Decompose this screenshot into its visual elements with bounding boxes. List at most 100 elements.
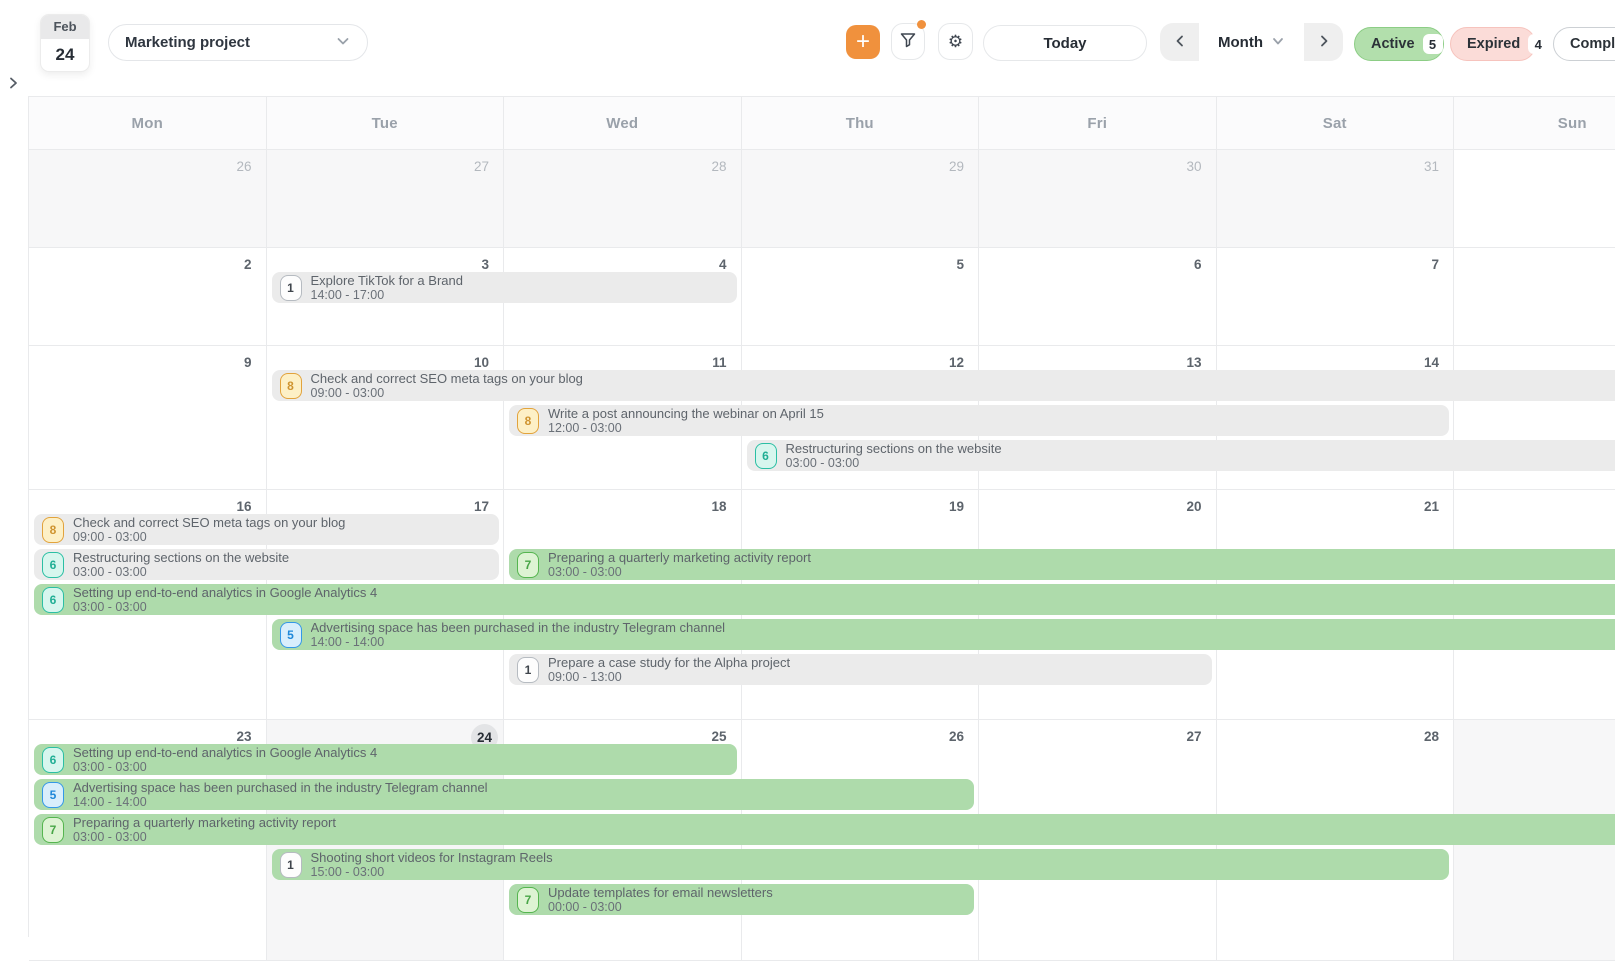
filter-pill-label: Active (1371, 36, 1415, 52)
filter-pill-expired[interactable]: Expired 4 (1450, 27, 1536, 61)
day-cell-2[interactable]: 2 (29, 248, 267, 345)
day-cell-30[interactable]: 30 (979, 150, 1217, 247)
day-cell-28[interactable]: 28 (504, 150, 742, 247)
day-cell-27[interactable]: 27 (267, 150, 505, 247)
calendar-app: { "topbar": { "mini_calendar": { "month"… (0, 0, 1615, 937)
day-cell-31[interactable]: 31 (1217, 150, 1455, 247)
event-bar[interactable]: 5 Advertising space has been purchased in… (272, 619, 1615, 650)
event-title: Check and correct SEO meta tags on your … (73, 516, 345, 530)
event-time: 14:00 - 17:00 (311, 288, 463, 302)
event-text: Setting up end-to-end analytics in Googl… (73, 586, 377, 614)
sidebar-expand-button[interactable] (3, 74, 23, 94)
chevron-right-icon (6, 78, 20, 93)
event-bar[interactable]: 7 Preparing a quarterly marketing activit… (509, 549, 1615, 580)
event-time: 03:00 - 03:00 (786, 456, 1002, 470)
event-badge: 8 (517, 408, 539, 434)
event-badge: 6 (42, 552, 64, 578)
event-text: Shooting short videos for Instagram Reel… (311, 851, 553, 879)
date-number: 16 (236, 499, 251, 514)
settings-button[interactable]: ⚙ (938, 23, 973, 60)
event-bar[interactable]: 1Prepare a case study for the Alpha proj… (509, 654, 1212, 685)
view-mode-selector[interactable]: Month (1199, 23, 1304, 61)
day-cell[interactable] (1454, 248, 1615, 345)
date-number: 27 (474, 159, 489, 174)
event-title: Advertising space has been purchased in … (311, 621, 726, 635)
event-bar[interactable]: 6Setting up end-to-end analytics in Goog… (34, 744, 737, 775)
day-cell-26[interactable]: 26 (29, 150, 267, 247)
event-time: 14:00 - 14:00 (73, 795, 488, 809)
day-cell-7[interactable]: 7 (1217, 248, 1455, 345)
project-selector[interactable]: Marketing project (108, 24, 368, 61)
event-badge: 7 (517, 552, 539, 578)
calendar-grid: MonTueWedThuFriSatSun 262728293031234567… (28, 96, 1615, 937)
date-number: 23 (236, 729, 251, 744)
event-badge: 6 (755, 443, 777, 469)
event-title: Shooting short videos for Instagram Reel… (311, 851, 553, 865)
event-text: Restructuring sections on the website03:… (786, 442, 1002, 470)
event-badge: 6 (42, 587, 64, 613)
event-title: Preparing a quarterly marketing activity… (548, 551, 811, 565)
event-badge: 8 (42, 517, 64, 543)
event-bar[interactable]: 6Restructuring sections on the website03… (34, 549, 499, 580)
event-time: 12:00 - 03:00 (548, 421, 824, 435)
date-number: 20 (1186, 499, 1201, 514)
day-header-sun: Sun (1454, 97, 1615, 149)
filter-pill-completed[interactable]: Compl (1553, 27, 1615, 61)
event-title: Prepare a case study for the Alpha proje… (548, 656, 790, 670)
event-bar[interactable]: 8Check and correct SEO meta tags on your… (272, 370, 1615, 401)
day-header-wed: Wed (504, 97, 742, 149)
event-bar[interactable]: 1 Shooting short videos for Instagram Ree… (272, 849, 1450, 880)
event-time: 09:00 - 03:00 (311, 386, 583, 400)
day-cell-6[interactable]: 6 (979, 248, 1217, 345)
event-bar[interactable]: 7Preparing a quarterly marketing activit… (34, 814, 1615, 845)
day-cell-29[interactable]: 29 (742, 150, 980, 247)
date-number: 10 (474, 355, 489, 370)
date-number: 31 (1424, 159, 1439, 174)
day-cell-10[interactable]: 10 (267, 346, 505, 489)
filter-pill-count: 5 (1423, 34, 1443, 54)
day-header-fri: Fri (979, 97, 1217, 149)
day-cell-5[interactable]: 5 (742, 248, 980, 345)
mini-calendar[interactable]: Feb 24 (40, 14, 90, 72)
filter-pill-label: Expired (1467, 36, 1520, 52)
day-cell-9[interactable]: 9 (29, 346, 267, 489)
date-number: 28 (1424, 729, 1439, 744)
week-row: 26 27 282930 31 (29, 150, 1615, 248)
event-time: 15:00 - 03:00 (311, 865, 553, 879)
event-time: 03:00 - 03:00 (73, 760, 377, 774)
event-bar[interactable]: 8 Check and correct SEO meta tags on your… (34, 514, 499, 545)
event-bar[interactable]: 6 Restructuring sections on the website03… (747, 440, 1615, 471)
event-bar[interactable]: 8Write a post announcing the webinar on … (509, 405, 1449, 436)
event-badge: 1 (280, 852, 302, 878)
prev-period-button[interactable] (1160, 23, 1199, 61)
today-button[interactable]: Today (983, 25, 1147, 61)
event-title: Explore TikTok for a Brand (311, 274, 463, 288)
funnel-icon (899, 31, 917, 52)
date-number: 21 (1424, 499, 1439, 514)
event-title: Preparing a quarterly marketing activity… (73, 816, 336, 830)
date-number: 11 (712, 355, 726, 370)
event-title: Setting up end-to-end analytics in Googl… (73, 746, 377, 760)
filter-notification-dot (917, 20, 926, 29)
day-header-tue: Tue (267, 97, 505, 149)
day-header-sat: Sat (1217, 97, 1455, 149)
filter-pill-active[interactable]: Active 5 (1354, 27, 1444, 61)
day-cell[interactable] (1454, 150, 1615, 247)
event-badge: 5 (42, 782, 64, 808)
date-number: 19 (949, 499, 964, 514)
date-number: 9 (244, 355, 252, 370)
day-header-thu: Thu (742, 97, 980, 149)
event-bar[interactable]: 5Advertising space has been purchased in… (34, 779, 974, 810)
event-bar[interactable]: 7Update templates for email newsletters0… (509, 884, 974, 915)
add-event-button[interactable]: + (846, 25, 880, 59)
event-bar[interactable]: 6 Setting up end-to-end analytics in Goog… (34, 584, 1615, 615)
next-period-button[interactable] (1304, 23, 1343, 61)
event-time: 14:00 - 14:00 (311, 635, 726, 649)
event-title: Restructuring sections on the website (786, 442, 1002, 456)
event-title: Restructuring sections on the website (73, 551, 289, 565)
event-badge: 5 (280, 622, 302, 648)
view-navigation: Month (1160, 23, 1343, 61)
view-mode-value: Month (1218, 34, 1263, 51)
event-bar[interactable]: 1Explore TikTok for a Brand14:00 - 17:00 (272, 272, 737, 303)
event-text: Advertising space has been purchased in … (311, 621, 726, 649)
